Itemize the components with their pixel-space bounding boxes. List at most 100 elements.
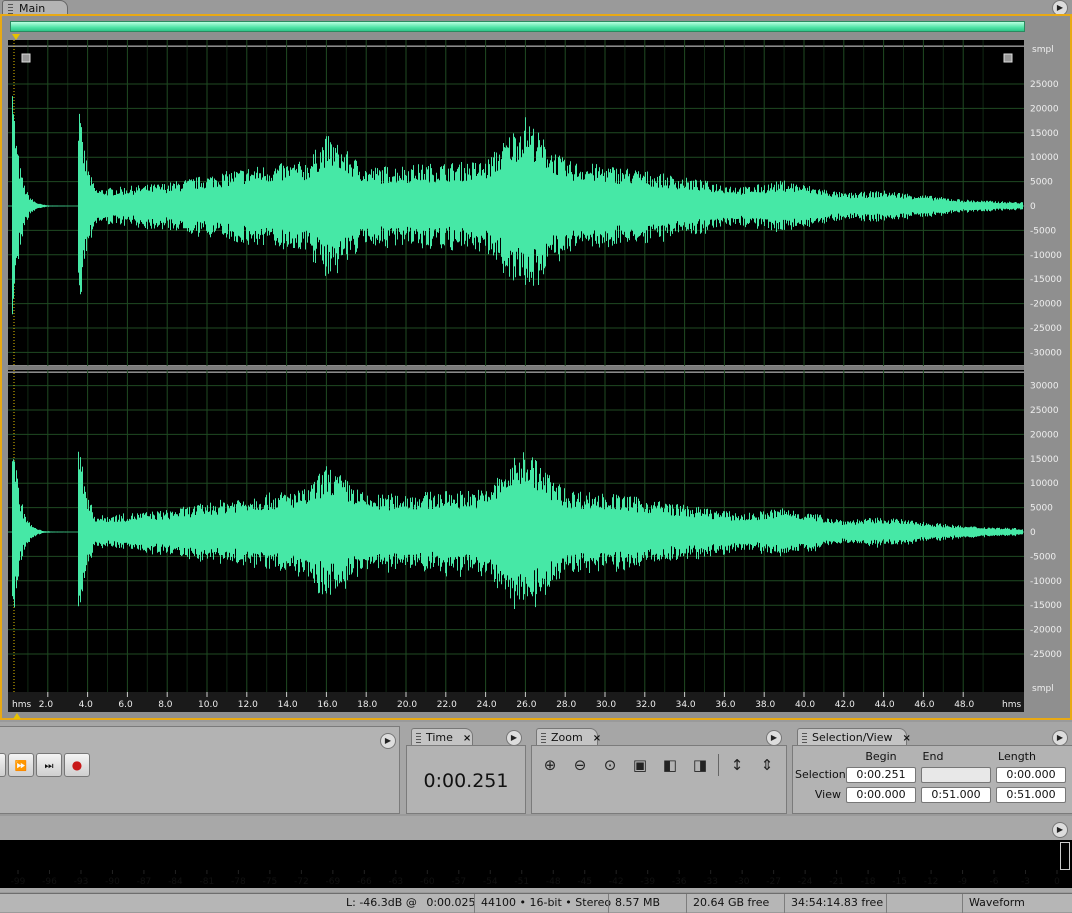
meter-tick-label: -45 — [577, 877, 592, 887]
level-meter-panel: ▶ -99 -96 -93 -90 -87 -84 -81 -78 -75 -72 -69 -66 -6… — [0, 816, 1072, 892]
meter-tick-label: -9 — [958, 877, 967, 887]
time-tick-label: 24.0 — [477, 700, 497, 710]
time-tick-label: 44.0 — [875, 700, 895, 710]
tab-zoom-label: Zoom — [551, 731, 583, 744]
time-tick-label: 2.0 — [39, 700, 54, 710]
time-panel-menu-button[interactable]: ▶ — [506, 730, 522, 746]
time-tick-label: 36.0 — [715, 700, 735, 710]
zoom-panel-menu-button[interactable]: ▶ — [766, 730, 782, 746]
meter-tick-label: -54 — [483, 877, 498, 887]
header-length: Length — [998, 750, 1036, 763]
tab-selection-view[interactable]: Selection/View × — [797, 728, 911, 745]
zoom-out-vertical-icon[interactable]: ⇕ — [755, 754, 779, 776]
zoom-in-horizontal-icon[interactable]: ⊕ — [538, 754, 562, 776]
amplitude-tick-label: -5000 — [1030, 552, 1056, 562]
skip-to-end-button[interactable]: ⏭ — [36, 753, 62, 777]
amplitude-tick-label: 15000 — [1030, 455, 1059, 465]
meter-tick-label: -99 — [11, 877, 26, 887]
selection-row-label: Selection — [795, 768, 846, 781]
amplitude-tick-label: -25000 — [1030, 324, 1062, 334]
selection-view-panel-menu-button[interactable]: ▶ — [1052, 730, 1068, 746]
selection-begin-field[interactable]: 0:00.251 — [846, 767, 916, 783]
selection-view-panel: Begin End Length Selection 0:00.251 0:00… — [792, 745, 1072, 814]
meter-tick-label: -51 — [514, 877, 529, 887]
close-icon[interactable]: × — [593, 733, 601, 744]
transport-button-clipped[interactable] — [0, 753, 6, 777]
channel-divider[interactable] — [8, 366, 1024, 370]
meter-tick-label: -39 — [640, 877, 655, 887]
meter-tick-label: -60 — [420, 877, 435, 887]
zoom-out-full-icon[interactable]: ⊙ — [598, 754, 622, 776]
zoom-separator — [718, 754, 719, 776]
meter-tick-label: -42 — [609, 877, 624, 887]
meter-tick-label: -81 — [200, 877, 215, 887]
skip-to-end-icon: ⏭ — [44, 761, 54, 772]
tab-zoom[interactable]: Zoom × — [536, 728, 601, 745]
drag-grip-icon[interactable] — [541, 733, 546, 743]
clip-indicator[interactable] — [1060, 842, 1070, 870]
status-view-mode[interactable]: Waveform — [962, 894, 1025, 913]
time-tick-label: 12.0 — [238, 700, 258, 710]
time-tick-label: 6.0 — [118, 700, 133, 710]
time-tick-label: 34.0 — [676, 700, 696, 710]
view-end-field[interactable]: 0:51.000 — [921, 787, 991, 803]
time-tick-label: 26.0 — [516, 700, 536, 710]
record-button[interactable]: ● — [64, 753, 90, 777]
amplitude-tick-label: -20000 — [1030, 300, 1062, 310]
close-icon[interactable]: × — [903, 733, 911, 744]
meter-tick-label: -15 — [892, 877, 907, 887]
waveform-display[interactable]: 25000 20000 15000 10000 5000 0 -5000 -10000 -150… — [8, 40, 1064, 712]
overview-range-bar[interactable] — [10, 21, 1025, 32]
meter-tick-label: -24 — [798, 877, 813, 887]
close-icon[interactable]: × — [463, 733, 471, 744]
amplitude-tick-label: 10000 — [1030, 479, 1059, 489]
status-disk-free: 20.64 GB free — [686, 894, 769, 913]
time-tick-label: 16.0 — [317, 700, 337, 710]
meter-panel-menu-button[interactable]: ▶ — [1052, 822, 1068, 838]
amplitude-tick-label: 5000 — [1030, 504, 1053, 514]
controls-row: ▶ ⏩ ⏭ ● Time × 0:00.251 ▶ Zoom × ⊕ ⊖ ⊙ ▣ ◧… — [0, 722, 1072, 814]
meter-scale: -99 -96 -93 -90 -87 -84 -81 -78 -75 -72 -69 -66 -63-… — [11, 870, 1060, 887]
zoom-selection-icon[interactable]: ▣ — [628, 754, 652, 776]
zoom-panel: ⊕ ⊖ ⊙ ▣ ◧ ◨ ↕ ⇕ — [531, 745, 787, 814]
transport-panel-menu-button[interactable]: ▶ — [380, 733, 396, 749]
time-tick-label: 42.0 — [835, 700, 855, 710]
time-tick-label: 14.0 — [278, 700, 298, 710]
amplitude-tick-label: -15000 — [1030, 601, 1062, 611]
time-tick-label: 46.0 — [914, 700, 934, 710]
zoom-right-edge-icon[interactable]: ◨ — [688, 754, 712, 776]
time-tick-label: 38.0 — [755, 700, 775, 710]
view-length-field[interactable]: 0:51.000 — [996, 787, 1066, 803]
view-begin-field[interactable]: 0:00.000 — [846, 787, 916, 803]
time-tick-label: 30.0 — [596, 700, 616, 710]
playhead-bottom-marker-icon[interactable] — [13, 713, 21, 719]
amplitude-tick-label: 25000 — [1030, 80, 1059, 90]
time-tick-label: 10.0 — [198, 700, 218, 710]
left-fade-handle-icon[interactable] — [21, 53, 31, 63]
selection-end-field[interactable] — [921, 767, 991, 783]
time-tick-label: 28.0 — [556, 700, 576, 710]
meter-tick-label: -48 — [546, 877, 561, 887]
meter-tick-label: -27 — [766, 877, 781, 887]
time-tick-label: 20.0 — [397, 700, 417, 710]
drag-grip-icon[interactable] — [416, 733, 421, 743]
amplitude-axes: 25000 20000 15000 10000 5000 0 -5000 -10000 -150… — [1030, 45, 1062, 694]
drag-grip-icon[interactable] — [8, 4, 13, 14]
meter-tick-label: -96 — [42, 877, 57, 887]
time-display: 0:00.251 — [423, 770, 509, 792]
transport-buttons: ⏩ ⏭ ● — [0, 753, 90, 777]
status-bar: L: -46.3dB @ 0:00.025 44100 • 16-bit • S… — [0, 893, 1072, 913]
tab-time[interactable]: Time × — [411, 728, 473, 745]
transport-panel: ▶ ⏩ ⏭ ● — [0, 726, 400, 814]
right-fade-handle-icon[interactable] — [1003, 53, 1013, 63]
drag-grip-icon[interactable] — [802, 733, 807, 743]
selection-length-field[interactable]: 0:00.000 — [996, 767, 1066, 783]
amplitude-tick-label: -5000 — [1030, 226, 1056, 236]
zoom-out-horizontal-icon[interactable]: ⊖ — [568, 754, 592, 776]
zoom-in-vertical-icon[interactable]: ↕ — [725, 754, 749, 776]
zoom-left-edge-icon[interactable]: ◧ — [658, 754, 682, 776]
fast-forward-button[interactable]: ⏩ — [8, 753, 34, 777]
amplitude-tick-label: -10000 — [1030, 577, 1062, 587]
amplitude-tick-label: 15000 — [1030, 129, 1059, 139]
amplitude-tick-label: -25000 — [1030, 650, 1062, 660]
